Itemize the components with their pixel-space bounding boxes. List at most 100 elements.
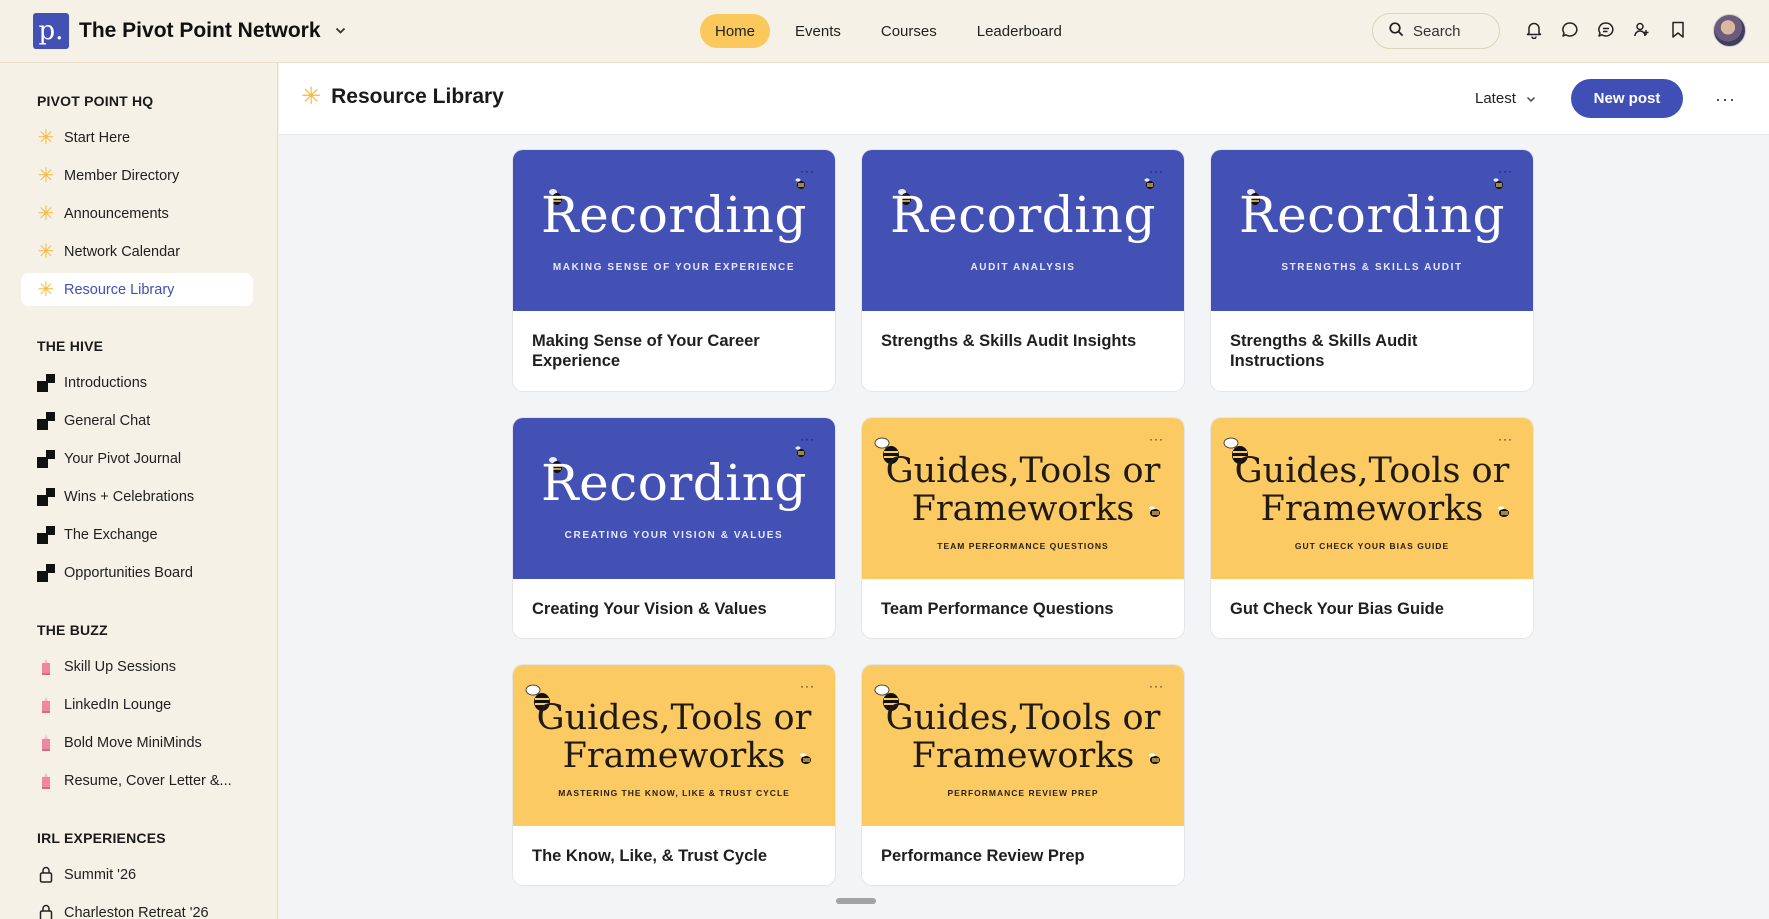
scroll-indicator[interactable] <box>836 898 876 904</box>
card-title: Strengths & Skills Audit Instructions <box>1230 332 1418 370</box>
cover-subheading: CREATING YOUR VISION & VALUES <box>564 530 784 541</box>
cover-heading: Recording <box>1239 186 1505 244</box>
more-options-icon[interactable]: ··· <box>1149 164 1164 178</box>
more-options-icon[interactable]: ··· <box>800 164 815 178</box>
sidebar-item-resume-cover-letter[interactable]: Resume, Cover Letter &... <box>21 764 253 797</box>
sparkle-icon: ✳ <box>37 240 55 263</box>
blocks-icon <box>37 563 55 582</box>
sidebar-item-label: Start Here <box>64 129 131 146</box>
chat-bubble-icon[interactable] <box>1560 19 1580 41</box>
nav-events[interactable]: Events <box>780 14 856 48</box>
page-title: ✳ Resource Library <box>301 85 504 109</box>
sidebar-item-linkedin-lounge[interactable]: LinkedIn Lounge <box>21 688 253 721</box>
search-label: Search <box>1413 22 1461 40</box>
post-card[interactable]: ··· Recording STRENGTHS & SKILLS AUDIT S… <box>1210 149 1534 392</box>
bookmark-icon[interactable] <box>1668 19 1688 41</box>
card-cover-image: ··· Guides,Tools or Frameworks PERFORMANC… <box>862 665 1184 826</box>
sidebar-item-label: Resource Library <box>64 281 175 298</box>
sidebar-item-wins-celebrations[interactable]: Wins + Celebrations <box>21 480 253 513</box>
sidebar-item-label: Summit '26 <box>64 866 137 883</box>
user-avatar[interactable] <box>1713 14 1746 47</box>
sidebar-item-bold-move-miniminds[interactable]: Bold Move MiniMinds <box>21 726 253 759</box>
cover-subheading: TEAM PERFORMANCE QUESTIONS <box>937 541 1109 551</box>
more-options-icon[interactable]: ··· <box>1149 679 1164 693</box>
blocks-icon <box>37 525 55 544</box>
search-button[interactable]: Search <box>1372 13 1500 49</box>
sidebar-item-label: Skill Up Sessions <box>64 658 177 675</box>
card-cover-image: ··· Recording AUDIT ANALYSIS <box>862 150 1184 311</box>
space-header: ✳ Resource Library Latest New post ··· <box>279 63 1769 135</box>
sidebar-item-general-chat[interactable]: General Chat <box>21 404 253 437</box>
pencil-icon <box>37 658 55 676</box>
blocks-icon <box>37 373 55 392</box>
sidebar-item-summit-26[interactable]: Summit '26 <box>21 858 253 891</box>
sidebar-item-label: LinkedIn Lounge <box>64 696 172 713</box>
cover-heading-line: Guides,Tools or <box>1234 451 1510 491</box>
card-title: Gut Check Your Bias Guide <box>1230 600 1444 618</box>
sidebar-item-announcements[interactable]: ✳ Announcements <box>21 197 253 230</box>
sidebar-item-label: Announcements <box>64 205 169 222</box>
bell-icon[interactable] <box>1524 19 1544 41</box>
cover-heading: Recording <box>541 454 807 512</box>
post-card[interactable]: ··· Guides,Tools or Frameworks PERFORMANC… <box>861 664 1185 886</box>
post-card[interactable]: ··· Guides,Tools or Frameworks MASTERING … <box>512 664 836 886</box>
more-options-icon[interactable]: ··· <box>800 679 815 693</box>
sidebar-item-the-exchange[interactable]: The Exchange <box>21 518 253 551</box>
sidebar-item-introductions[interactable]: Introductions <box>21 366 253 399</box>
more-options-icon[interactable]: ··· <box>800 432 815 446</box>
sidebar-item-network-calendar[interactable]: ✳ Network Calendar <box>21 235 253 268</box>
pencil-icon <box>37 734 55 752</box>
cover-heading-line: Guides,Tools or <box>536 698 812 738</box>
nav-leaderboard[interactable]: Leaderboard <box>962 14 1077 48</box>
nav-courses[interactable]: Courses <box>866 14 952 48</box>
nav-home[interactable]: Home <box>700 14 771 48</box>
sparkle-icon: ✳ <box>37 164 55 187</box>
top-bar: p. The Pivot Point Network Home Events C… <box>0 0 1769 63</box>
post-card[interactable]: ··· Guides,Tools or Frameworks TEAM PERFO… <box>861 417 1185 639</box>
cover-subheading: MAKING SENSE OF YOUR EXPERIENCE <box>552 262 796 273</box>
more-options-icon[interactable]: ··· <box>1498 164 1513 178</box>
sidebar-item-resource-library[interactable]: ✳ Resource Library <box>21 273 253 306</box>
sidebar-item-opportunities-board[interactable]: Opportunities Board <box>21 556 253 589</box>
section-title-the-hive: THE HIVE <box>37 338 104 354</box>
people-icon[interactable] <box>1632 19 1652 41</box>
sidebar-item-label: Opportunities Board <box>64 564 193 581</box>
community-name: The Pivot Point Network <box>79 19 321 42</box>
chevron-down-icon <box>335 24 346 38</box>
cover-heading: Guides,Tools or Frameworks <box>513 699 835 775</box>
post-card[interactable]: ··· Guides,Tools or Frameworks GUT CHECK … <box>1210 417 1534 639</box>
blocks-icon <box>37 411 55 430</box>
cover-heading-line: Guides,Tools or <box>885 698 1161 738</box>
more-options-icon[interactable]: ··· <box>1149 432 1164 446</box>
chevron-down-icon <box>1526 90 1536 107</box>
post-card[interactable]: ··· Recording AUDIT ANALYSIS Strengths &… <box>861 149 1185 392</box>
blocks-icon <box>37 449 55 468</box>
sort-dropdown[interactable]: Latest <box>1475 90 1536 107</box>
card-title: The Know, Like, & Trust Cycle <box>532 847 768 865</box>
messages-icon[interactable] <box>1596 19 1616 41</box>
sidebar-item-member-directory[interactable]: ✳ Member Directory <box>21 159 253 192</box>
post-card[interactable]: ··· Recording MAKING SENSE OF YOUR EXPER… <box>512 149 836 392</box>
sidebar-item-charleston-retreat-26[interactable]: Charleston Retreat '26 <box>21 896 253 919</box>
cover-subheading: PERFORMANCE REVIEW PREP <box>947 788 1099 798</box>
pencil-icon <box>37 772 55 790</box>
sparkle-icon: ✳ <box>37 126 55 149</box>
post-card[interactable]: ··· Recording CREATING YOUR VISION & VAL… <box>512 417 836 639</box>
section-title-pivot-point-hq: PIVOT POINT HQ <box>37 93 154 109</box>
more-options-icon[interactable]: ··· <box>1715 89 1736 110</box>
lock-icon <box>37 866 55 884</box>
sidebar-item-skill-up-sessions[interactable]: Skill Up Sessions <box>21 650 253 683</box>
page-title-text: Resource Library <box>331 85 504 108</box>
sidebar: PIVOT POINT HQ ✳ Start Here ✳ Member Dir… <box>0 63 278 919</box>
sidebar-item-label: Charleston Retreat '26 <box>64 904 209 919</box>
card-title: Creating Your Vision & Values <box>532 600 767 618</box>
card-cover-image: ··· Guides,Tools or Frameworks GUT CHECK … <box>1211 418 1533 579</box>
sidebar-item-label: Wins + Celebrations <box>64 488 195 505</box>
more-options-icon[interactable]: ··· <box>1498 432 1513 446</box>
sidebar-item-start-here[interactable]: ✳ Start Here <box>21 121 253 154</box>
new-post-button[interactable]: New post <box>1571 79 1683 118</box>
card-cover-image: ··· Recording CREATING YOUR VISION & VAL… <box>513 418 835 579</box>
community-switcher[interactable]: p. The Pivot Point Network <box>33 13 346 49</box>
card-cover-image: ··· Guides,Tools or Frameworks MASTERING … <box>513 665 835 826</box>
sidebar-item-your-pivot-journal[interactable]: Your Pivot Journal <box>21 442 253 475</box>
